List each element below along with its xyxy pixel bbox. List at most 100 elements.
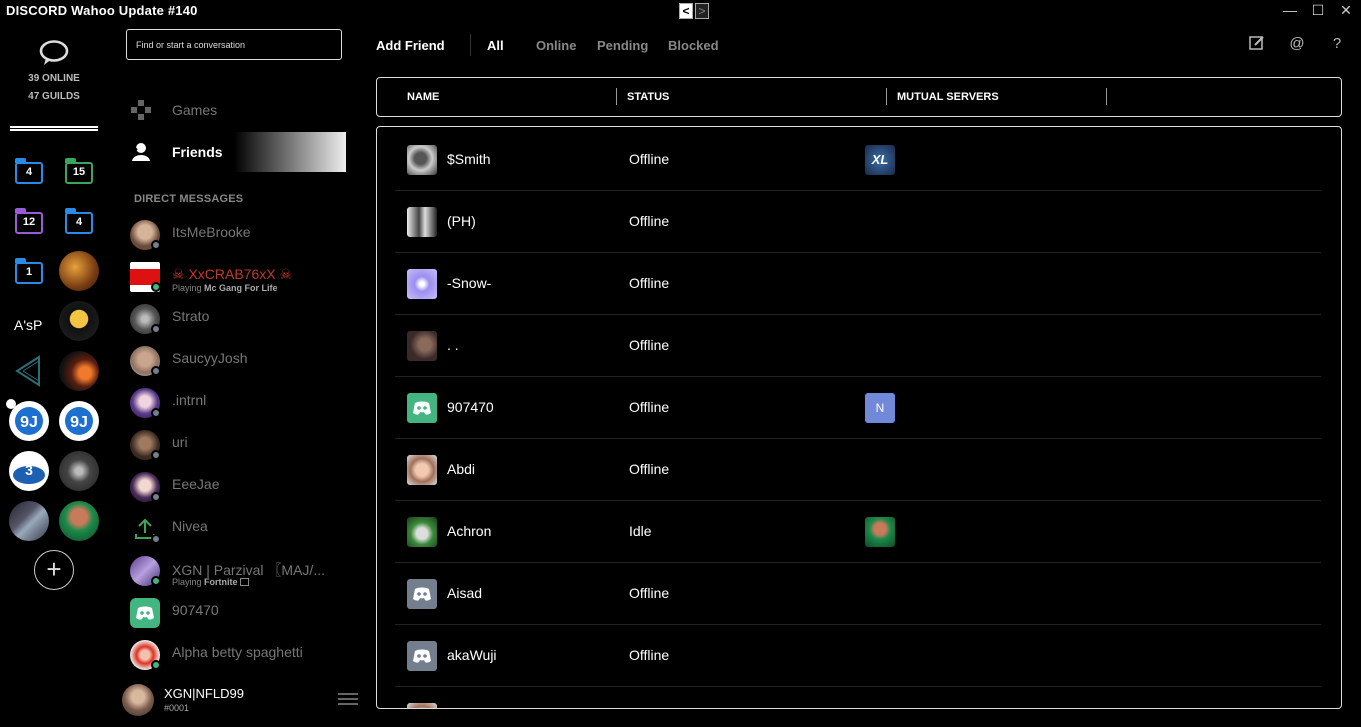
add-server-button[interactable]: + bbox=[34, 550, 74, 590]
tab-pending[interactable]: Pending bbox=[597, 38, 648, 53]
dm-item[interactable]: XGN | Parzival 〖MAJ/... Playing Fortnite bbox=[130, 552, 350, 592]
friends-list: $Smith Offline XL (PH) Offline -Snow- Of… bbox=[376, 126, 1342, 709]
toolbar-divider bbox=[470, 34, 471, 56]
friend-row[interactable]: . . Offline bbox=[395, 315, 1321, 377]
friend-row[interactable]: $Smith Offline XL bbox=[395, 129, 1321, 191]
guild-folder[interactable]: 15 bbox=[65, 158, 93, 184]
friend-row[interactable]: Abdi Offline bbox=[395, 439, 1321, 501]
friend-status: Offline bbox=[629, 151, 670, 167]
mentions-icon[interactable]: @ bbox=[1288, 34, 1306, 52]
guild-folder[interactable]: 1 bbox=[15, 258, 43, 284]
dm-item[interactable]: Nivea bbox=[130, 510, 350, 550]
user-avatar[interactable] bbox=[122, 684, 154, 716]
minimize-button[interactable]: — bbox=[1283, 2, 1297, 19]
status-dot bbox=[151, 450, 161, 460]
svg-text:9J: 9J bbox=[70, 414, 88, 431]
guild-icon[interactable]: 3 bbox=[9, 451, 49, 491]
guild-icon[interactable] bbox=[9, 501, 49, 541]
guild-icon[interactable] bbox=[59, 301, 99, 341]
tab-online[interactable]: Online bbox=[536, 38, 576, 53]
dm-activity: Playing Fortnite bbox=[172, 577, 250, 587]
friend-row[interactable] bbox=[395, 687, 1321, 708]
status-dot bbox=[151, 408, 161, 418]
chat-bubble-icon bbox=[39, 40, 69, 66]
dm-item[interactable]: ItsMeBrooke bbox=[130, 216, 350, 256]
guild-sidebar: 39 ONLINE 47 GUILDS 4 15 12 4 1 A'sP 9J … bbox=[0, 22, 110, 727]
dm-item[interactable]: SaucyyJosh bbox=[130, 342, 350, 382]
status-dot bbox=[151, 660, 161, 670]
new-group-dm-icon[interactable] bbox=[1248, 34, 1266, 52]
guild-icon[interactable] bbox=[59, 351, 99, 391]
mutual-server-icon[interactable]: XL bbox=[865, 145, 895, 175]
guild-folder[interactable]: 4 bbox=[65, 208, 93, 234]
mutual-server-icon[interactable] bbox=[865, 517, 895, 547]
maximize-button[interactable]: ☐ bbox=[1311, 2, 1325, 19]
header-mutual-servers[interactable]: MUTUAL SERVERS bbox=[897, 91, 999, 103]
forward-button[interactable]: > bbox=[695, 3, 709, 19]
discord-logo-icon bbox=[413, 587, 431, 601]
search-input[interactable]: Find or start a conversation bbox=[126, 29, 342, 60]
status-dot bbox=[151, 576, 161, 586]
dm-item[interactable]: uri bbox=[130, 426, 350, 466]
friend-avatar bbox=[407, 269, 437, 299]
friend-status: Offline bbox=[629, 461, 670, 477]
guild-icon[interactable] bbox=[9, 351, 49, 391]
discord-logo-icon bbox=[413, 401, 431, 415]
friend-row[interactable]: Achron Idle bbox=[395, 501, 1321, 563]
tab-blocked[interactable]: Blocked bbox=[668, 38, 719, 53]
guild-folder[interactable]: 12 bbox=[15, 208, 43, 234]
nav-games[interactable]: Games bbox=[130, 90, 346, 130]
friends-highlight bbox=[234, 132, 346, 172]
nav-friends-label: Friends bbox=[172, 144, 223, 160]
dm-name: Strato bbox=[172, 308, 210, 324]
header-status[interactable]: STATUS bbox=[627, 91, 669, 103]
guild-icon[interactable] bbox=[59, 251, 99, 291]
guild-folder[interactable]: 4 bbox=[15, 158, 43, 184]
close-button[interactable]: ✕ bbox=[1339, 2, 1353, 19]
svg-text:3: 3 bbox=[25, 462, 33, 478]
history-nav: < > bbox=[679, 3, 709, 19]
header-name[interactable]: NAME bbox=[407, 91, 439, 103]
unread-indicator bbox=[6, 399, 16, 409]
dm-item[interactable]: 907470 bbox=[130, 594, 350, 634]
mutual-server-label: N bbox=[875, 401, 885, 415]
tab-all[interactable]: All bbox=[487, 38, 504, 53]
friend-row[interactable]: (PH) Offline bbox=[395, 191, 1321, 253]
friend-avatar bbox=[407, 641, 437, 671]
dm-item[interactable]: .intrnl bbox=[130, 384, 350, 424]
guild-icon[interactable]: 9J bbox=[59, 401, 99, 441]
dm-name: Nivea bbox=[172, 518, 208, 534]
guild-text-icon[interactable]: A'sP bbox=[14, 317, 42, 333]
dm-name: EeeJae bbox=[172, 476, 220, 492]
nav-games-label: Games bbox=[172, 102, 218, 118]
dm-item[interactable]: Alpha betty spaghetti bbox=[130, 636, 350, 676]
friend-row[interactable]: -Snow- Offline bbox=[395, 253, 1321, 315]
guild-icon[interactable] bbox=[59, 451, 99, 491]
settings-list-icon[interactable] bbox=[338, 690, 358, 710]
friend-row[interactable]: 907470 Offline N bbox=[395, 377, 1321, 439]
friend-name: Abdi bbox=[447, 461, 476, 477]
mutual-server-icon[interactable]: N bbox=[865, 393, 895, 423]
friend-status: Offline bbox=[629, 337, 670, 353]
dm-name: uri bbox=[172, 434, 188, 450]
friends-main: Add Friend All Online Pending Blocked @ … bbox=[362, 22, 1361, 727]
home-button[interactable]: 39 ONLINE 47 GUILDS bbox=[10, 40, 98, 106]
dm-sidebar: Find or start a conversation Games Frien… bbox=[110, 22, 362, 727]
dm-item[interactable]: EeeJae bbox=[130, 468, 350, 508]
dm-name: ☠ XxCRAB76xX ☠ bbox=[172, 266, 293, 282]
back-button[interactable]: < bbox=[679, 3, 693, 19]
dm-activity: Playing Mc Gang For Life bbox=[172, 283, 278, 293]
friend-row[interactable]: Aisad Offline bbox=[395, 563, 1321, 625]
friend-row[interactable]: akaWuji Offline bbox=[395, 625, 1321, 687]
dm-name: ItsMeBrooke bbox=[172, 224, 251, 240]
dm-name: Alpha betty spaghetti bbox=[172, 644, 303, 660]
dm-item[interactable]: ☠ XxCRAB76xX ☠ Playing Mc Gang For Life bbox=[130, 258, 350, 298]
guild-count: 47 GUILDS bbox=[28, 91, 80, 102]
window-controls: — ☐ ✕ bbox=[1283, 2, 1353, 19]
add-friend-button[interactable]: Add Friend bbox=[376, 38, 445, 53]
help-icon[interactable]: ? bbox=[1328, 34, 1346, 52]
nav-friends[interactable]: Friends bbox=[130, 132, 346, 172]
dm-item[interactable]: Strato bbox=[130, 300, 350, 340]
discord-logo-icon bbox=[136, 606, 154, 620]
guild-icon[interactable] bbox=[59, 501, 99, 541]
